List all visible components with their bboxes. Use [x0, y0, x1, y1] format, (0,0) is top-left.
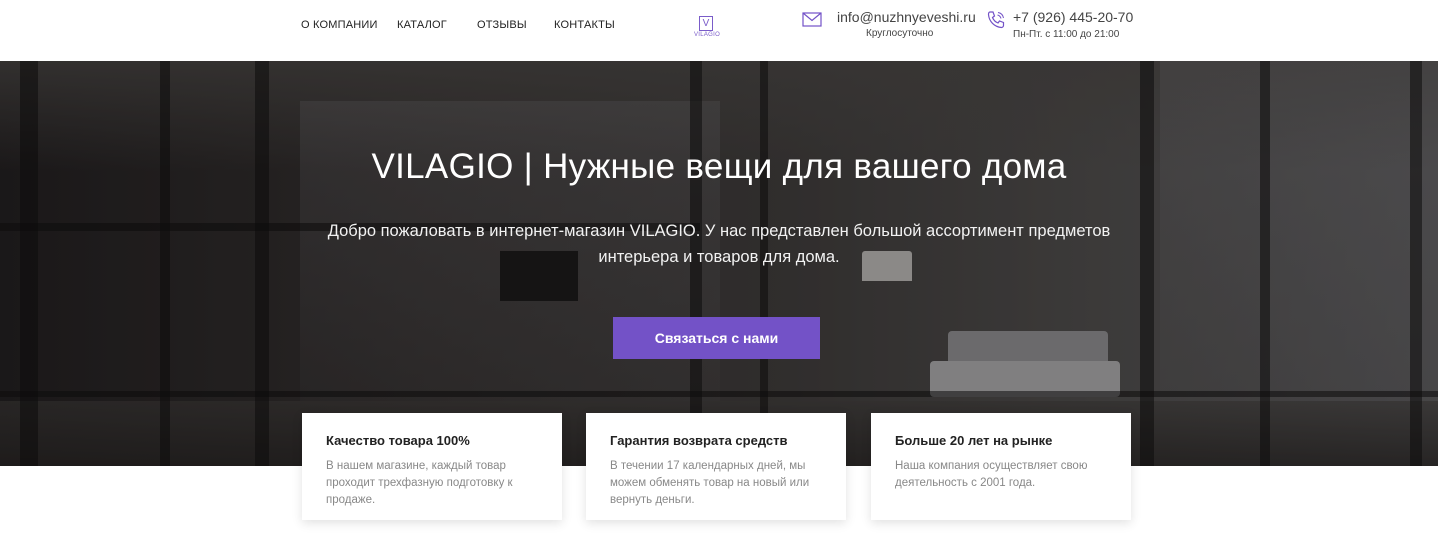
site-header: О КОМПАНИИ КАТАЛОГ ОТЗЫВЫ КОНТАКТЫ V VIL… [0, 0, 1438, 61]
feature-card-title: Гарантия возврата средств [610, 433, 788, 448]
nav-contacts-link[interactable]: КОНТАКТЫ [554, 19, 615, 31]
hero-description: Добро пожаловать в интернет-магазин VILA… [327, 222, 1111, 266]
logo-text: VILAGIO [693, 32, 721, 38]
logo-mark: V [699, 16, 713, 31]
feature-card-experience: Больше 20 лет на рынке Наша компания осу… [871, 413, 1131, 520]
feature-card-title: Качество товара 100% [326, 433, 470, 448]
email-availability: Круглосуточно [866, 28, 934, 39]
feature-card-text: В течении 17 календарных дней, мы можем … [610, 460, 810, 506]
envelope-icon [802, 12, 822, 32]
feature-card-text: Наша компания осуществляет свою деятельн… [895, 460, 1088, 489]
working-hours: Пн-Пт. с 11:00 до 21:00 [1013, 29, 1120, 40]
feature-card-title: Больше 20 лет на рынке [895, 433, 1053, 448]
feature-card-refund: Гарантия возврата средств В течении 17 к… [586, 413, 846, 520]
feature-card-quality: Качество товара 100% В нашем магазине, к… [302, 413, 562, 520]
phone-link[interactable]: +7 (926) 445-20-70 [1013, 9, 1133, 25]
hero-title: VILAGIO | Нужные вещи для вашего дома [371, 147, 1067, 186]
nav-catalog-link[interactable]: КАТАЛОГ [397, 19, 447, 31]
nav-reviews-link[interactable]: ОТЗЫВЫ [477, 19, 527, 31]
contact-us-button[interactable]: Связаться с нами [613, 317, 820, 359]
logo[interactable]: V VILAGIO [692, 16, 722, 42]
email-link[interactable]: info@nuzhnyeveshi.ru [837, 9, 976, 25]
nav-about-link[interactable]: О КОМПАНИИ [301, 19, 378, 31]
feature-card-text: В нашем магазине, каждый товар проходит … [326, 460, 513, 506]
phone-icon [986, 10, 1006, 35]
hero-banner: VILAGIO | Нужные вещи для вашего дома До… [0, 61, 1438, 466]
